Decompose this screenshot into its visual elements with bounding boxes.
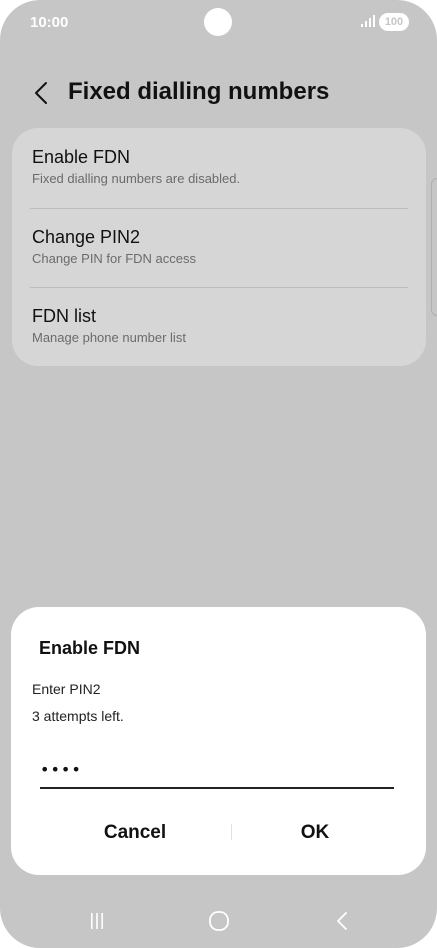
camera-cutout	[204, 8, 232, 36]
back-icon	[337, 912, 347, 930]
setting-title: FDN list	[32, 306, 96, 326]
ok-button[interactable]: OK	[220, 811, 410, 855]
back-button[interactable]	[26, 76, 56, 110]
enable-fdn-dialog: Enable FDN Enter PIN2 3 attempts left. C…	[11, 607, 426, 875]
setting-title: Enable FDN	[32, 147, 131, 167]
page-title: Fixed dialling numbers	[68, 78, 330, 105]
setting-fdn-list[interactable]: FDN list Manage phone number list	[12, 287, 426, 366]
dialog-message: Enter PIN2	[32, 681, 101, 697]
setting-title: Change PIN2	[32, 227, 141, 247]
attempts-left-text: 3 attempts left.	[32, 708, 124, 724]
setting-change-pin2[interactable]: Change PIN2 Change PIN for FDN access	[12, 208, 426, 287]
home-icon	[209, 911, 229, 931]
recents-button[interactable]	[77, 904, 117, 938]
phone-screen: 10:00 100 Fixed dialling numbers Enable …	[0, 0, 437, 948]
pin2-input[interactable]	[40, 755, 394, 789]
status-time: 10:00	[30, 14, 69, 31]
nav-back-button[interactable]	[322, 904, 362, 938]
setting-subtitle: Change PIN for FDN access	[32, 251, 197, 266]
recents-icon	[91, 913, 103, 929]
signal-icon	[361, 15, 375, 27]
dialog-title: Enable FDN	[39, 638, 141, 658]
scroll-indicator	[431, 178, 437, 316]
setting-subtitle: Fixed dialling numbers are disabled.	[32, 171, 241, 186]
settings-card: Enable FDN Fixed dialling numbers are di…	[12, 128, 426, 366]
chevron-left-icon	[35, 82, 47, 104]
battery-indicator: 100	[379, 13, 409, 31]
cancel-button[interactable]: Cancel	[40, 811, 230, 855]
setting-subtitle: Manage phone number list	[32, 330, 186, 345]
setting-enable-fdn[interactable]: Enable FDN Fixed dialling numbers are di…	[12, 128, 426, 207]
home-button[interactable]	[199, 904, 239, 938]
